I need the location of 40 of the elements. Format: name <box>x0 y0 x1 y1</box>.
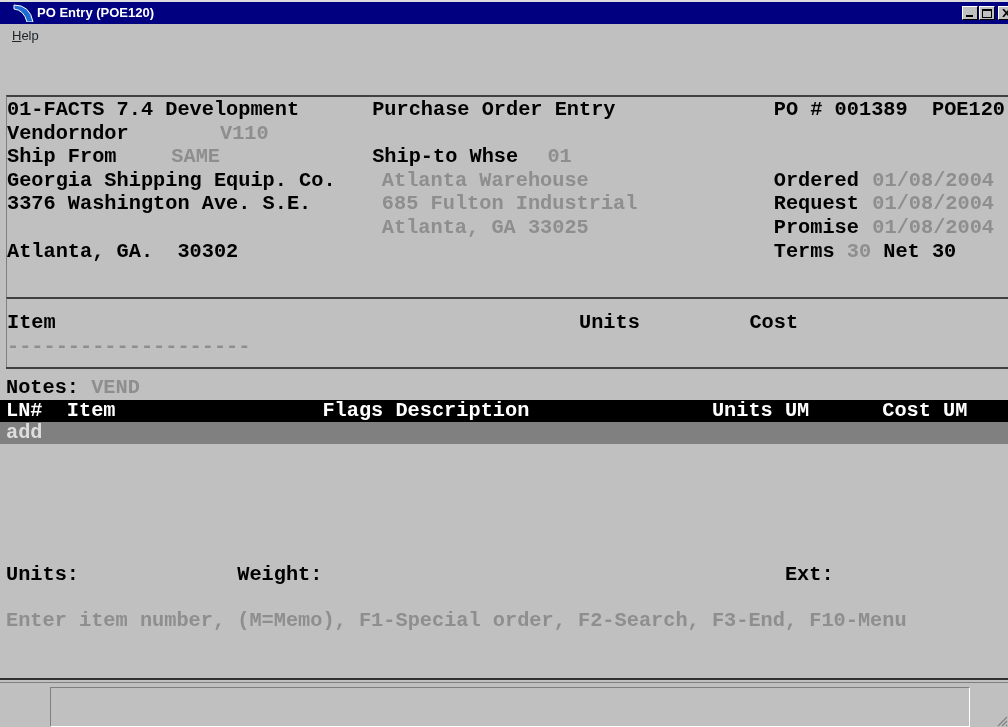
resize-grip-icon <box>996 715 1008 727</box>
field-label: Terms <box>773 239 835 264</box>
window-title: PO Entry (POE120) <box>37 4 155 23</box>
field-label: Atlanta, GA. 30302 <box>7 239 239 264</box>
field-label: Ordered <box>773 168 859 193</box>
field-label: Request <box>773 192 859 216</box>
field-label: Georgia Shipping Equip. Co. <box>7 168 336 193</box>
maximize-button[interactable] <box>979 6 995 20</box>
column-header: Units <box>711 399 773 422</box>
menu-item[interactable]: Help <box>12 26 39 46</box>
field-label: Units: <box>6 562 80 587</box>
column-header: Item <box>7 311 56 335</box>
item-input[interactable]: -------------------- <box>7 334 251 359</box>
column-header: Cost <box>882 399 931 422</box>
column-header: Cost <box>749 311 799 335</box>
field-label: Ship From <box>7 145 117 169</box>
field-label: 01-FACTS 7.4 Development <box>7 98 300 122</box>
column-header: Units <box>579 311 640 335</box>
field-label: Ship-to Whse <box>372 145 519 169</box>
field-label: Vendorndor <box>7 121 129 146</box>
close-icon <box>1001 9 1008 17</box>
field-label: Notes: <box>6 376 80 400</box>
field-label: Purchase Order Entry <box>372 98 616 122</box>
field-label: 3376 Washington Ave. S.E. <box>7 192 312 216</box>
field-label: Ext: <box>784 562 834 587</box>
column-header: Description <box>395 399 530 422</box>
minimize-button[interactable] <box>962 6 978 20</box>
field-label: PO # 001389 <box>773 98 908 122</box>
field-label: POE120 <box>932 98 1005 122</box>
field-label: Net 30 <box>883 239 957 264</box>
field-label: Promise <box>773 215 859 240</box>
column-header: LN# <box>6 399 43 422</box>
column-header: Item <box>66 399 116 422</box>
maximize-icon <box>982 8 992 18</box>
app-icon <box>12 4 34 22</box>
table-row[interactable]: add <box>0 421 1008 444</box>
column-header: UM <box>943 399 968 422</box>
field-label: Weight: <box>237 562 323 587</box>
column-header: UM <box>784 399 810 422</box>
column-header: Flags <box>322 399 384 422</box>
